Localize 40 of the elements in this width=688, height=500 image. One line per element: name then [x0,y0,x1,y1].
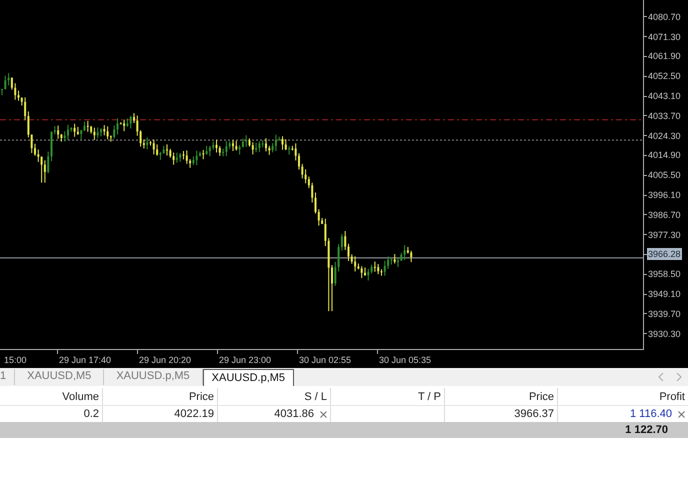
table-cell: 3966.37 [514,408,554,420]
chart-tab[interactable]: 1 [0,369,16,385]
column-header: S / L [218,388,331,405]
table-cell: 4022.19 [174,408,214,420]
price-label: 4080.70 [647,12,681,22]
column-header: Price [103,388,218,405]
price-label: 3949.10 [647,289,681,300]
time-label: 29 Jun 23:00 [218,355,272,365]
price-label: 3930.30 [647,328,681,339]
price-label: 4061.90 [647,51,681,62]
time-label: 29 Jun 17:40 [58,355,112,365]
table-cell: 4031.86 [274,408,314,420]
column-header: Profit [658,390,686,404]
current-price-tag: 3966.28 [647,248,682,260]
price-label: 4024.30 [647,130,681,141]
price-label: 4005.50 [647,170,681,180]
time-label: 30 Jun 05:35 [378,355,432,365]
time-label: 29 Jun 20:20 [138,355,192,365]
price-label: 3939.70 [647,308,681,319]
column-header: Price [445,388,558,405]
column-header: T / P [331,388,445,405]
price-label: 3986.70 [647,210,681,220]
price-label: 4071.30 [647,32,681,42]
close-icon[interactable] [320,410,327,418]
table-cell: 0.2 [84,408,99,420]
column-header: Volume [0,388,103,405]
time-label: 30 Jun 02:55 [298,355,352,365]
price-label: 3958.50 [647,269,681,280]
price-label: 4033.70 [647,110,681,121]
chart-tab[interactable]: XAUUSD.p,M5 [202,369,294,386]
price-label: 4052.50 [647,71,681,82]
price-label: 4014.90 [647,150,681,160]
table-cell: 1 116.40 [630,408,672,420]
close-icon[interactable] [678,410,685,418]
price-label: 3977.30 [647,230,681,240]
time-label: 15:00 [3,355,27,365]
price-label: 4043.10 [647,91,681,102]
total-profit: 1 122.70 [625,424,668,436]
chart-tab[interactable]: XAUUSD,M5 [15,369,104,385]
price-label: 3996.10 [647,190,681,200]
